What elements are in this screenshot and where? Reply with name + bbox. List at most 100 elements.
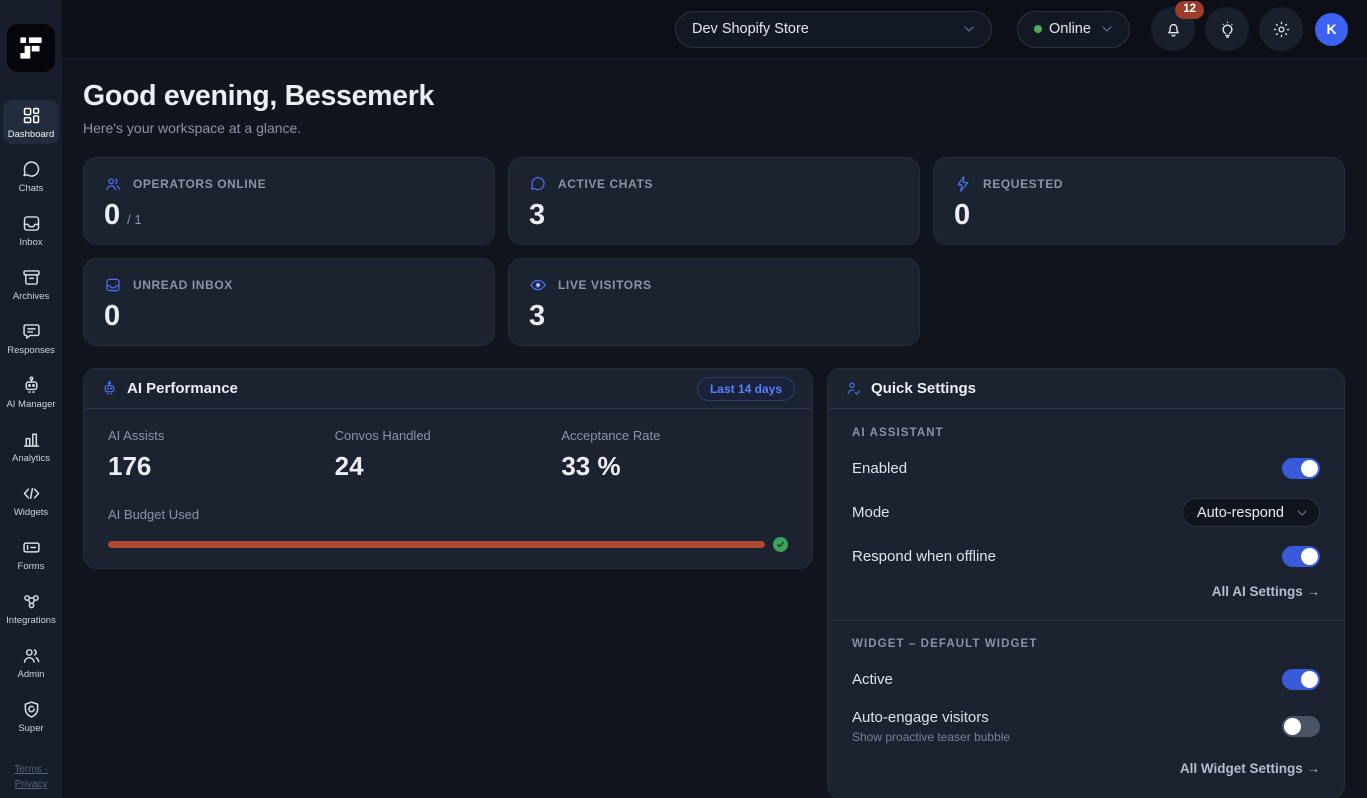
stats-grid: OPERATORS ONLINE 0 / 1 ACTIVE CHATS 3 [83, 157, 1345, 346]
analytics-icon [21, 429, 42, 450]
formilla-logo-icon [14, 31, 48, 65]
sidebar-item-dashboard[interactable]: Dashboard [3, 100, 59, 144]
ai-assistant-section-label: AI ASSISTANT [852, 427, 1320, 439]
app-logo[interactable] [7, 24, 55, 72]
stat-value: 0 [954, 199, 970, 232]
user-avatar[interactable]: K [1315, 13, 1348, 46]
sidebar-item-ai-manager[interactable]: AI Manager [3, 370, 59, 414]
gear-icon [1272, 20, 1291, 39]
all-ai-settings-link[interactable]: All AI Settings → [1212, 584, 1320, 599]
settings-button[interactable] [1259, 7, 1303, 51]
stat-label: REQUESTED [983, 177, 1063, 191]
metric-convos-handled: Convos Handled 24 [335, 428, 562, 482]
all-widget-settings-link[interactable]: All Widget Settings → [1180, 761, 1320, 776]
page-greeting: Good evening, Bessemerk [83, 80, 1345, 113]
privacy-link[interactable]: Privacy [15, 779, 48, 790]
panel-title: AI Performance [127, 380, 238, 397]
responses-icon [21, 321, 42, 342]
stat-card-live-visitors[interactable]: LIVE VISITORS 3 [508, 258, 920, 346]
stat-label: UNREAD INBOX [133, 278, 233, 292]
dashboard-app: Dashboard Chats Inbox Archives Responses… [0, 0, 1367, 798]
sidebar-item-label: Integrations [6, 615, 56, 626]
sidebar-item-integrations[interactable]: Integrations [3, 586, 59, 630]
metric-ai-assists: AI Assists 176 [108, 428, 335, 482]
sidebar-item-label: Responses [7, 345, 55, 356]
sidebar-item-label: Dashboard [8, 129, 54, 140]
store-select[interactable]: Dev Shopify Store [675, 11, 992, 48]
stat-label: OPERATORS ONLINE [133, 177, 266, 191]
widget-active-toggle[interactable] [1282, 669, 1320, 690]
topbar-icon-group: 12 [1151, 7, 1303, 51]
sidebar-item-forms[interactable]: Forms [3, 532, 59, 576]
sidebar-item-archives[interactable]: Archives [3, 262, 59, 306]
status-select[interactable]: Online [1017, 11, 1130, 48]
archives-icon [21, 267, 42, 288]
robot-icon [101, 380, 118, 397]
topbar: Dev Shopify Store Online 12 K [62, 0, 1367, 59]
inbox-icon [21, 213, 42, 234]
mode-label: Mode [852, 504, 890, 521]
chats-icon [21, 159, 42, 180]
widgets-icon [21, 483, 42, 504]
sidebar-item-chats[interactable]: Chats [3, 154, 59, 198]
ai-enabled-toggle[interactable] [1282, 458, 1320, 479]
sidebar-item-widgets[interactable]: Widgets [3, 478, 59, 522]
auto-engage-toggle[interactable] [1282, 716, 1320, 737]
bell-icon [1164, 20, 1183, 39]
store-select-value: Dev Shopify Store [692, 21, 809, 37]
enabled-label: Enabled [852, 460, 907, 477]
stat-card-unread-inbox[interactable]: UNREAD INBOX 0 [83, 258, 495, 346]
sidebar-item-super[interactable]: Super [3, 694, 59, 738]
respond-offline-label: Respond when offline [852, 548, 996, 565]
notifications-button[interactable]: 12 [1151, 7, 1195, 51]
stat-card-requested[interactable]: REQUESTED 0 [933, 157, 1345, 245]
sidebar: Dashboard Chats Inbox Archives Responses… [0, 0, 62, 798]
operators-icon [104, 175, 122, 193]
sidebar-item-inbox[interactable]: Inbox [3, 208, 59, 252]
metric-value: 33 % [561, 451, 788, 482]
respond-offline-toggle[interactable] [1282, 546, 1320, 567]
period-badge[interactable]: Last 14 days [697, 377, 795, 401]
auto-engage-label: Auto-engage visitors [852, 709, 1010, 726]
chevron-down-icon [961, 21, 977, 37]
sidebar-item-label: AI Manager [6, 399, 55, 410]
budget-label: AI Budget Used [108, 507, 788, 522]
panel-title: Quick Settings [871, 380, 976, 397]
metric-label: Acceptance Rate [561, 428, 788, 443]
stat-value: 3 [529, 199, 545, 232]
ai-performance-panel: AI Performance Last 14 days AI Assists 1… [83, 368, 813, 569]
ai-metrics: AI Assists 176 Convos Handled 24 Accepta… [108, 428, 788, 482]
super-icon [21, 699, 42, 720]
admin-icon [21, 645, 42, 666]
metric-value: 176 [108, 451, 335, 482]
sidebar-item-label: Analytics [12, 453, 50, 464]
stat-card-operators-online[interactable]: OPERATORS ONLINE 0 / 1 [83, 157, 495, 245]
main-content: Good evening, Bessemerk Here's your work… [62, 59, 1367, 798]
page-subtitle: Here's your workspace at a glance. [83, 120, 1345, 136]
dashboard-icon [21, 105, 42, 126]
stat-label: ACTIVE CHATS [558, 177, 653, 191]
stats-grid-spacer [933, 258, 1345, 346]
metric-value: 24 [335, 451, 562, 482]
stat-value: 0 [104, 199, 120, 232]
online-status-dot [1034, 25, 1042, 33]
lightning-icon [954, 175, 972, 193]
sidebar-item-responses[interactable]: Responses [3, 316, 59, 360]
terms-link[interactable]: Terms · [14, 764, 47, 775]
sidebar-item-label: Inbox [19, 237, 42, 248]
chevron-down-icon [1099, 21, 1115, 37]
sidebar-item-admin[interactable]: Admin [3, 640, 59, 684]
tips-button[interactable] [1205, 7, 1249, 51]
metric-label: AI Assists [108, 428, 335, 443]
quick-settings-panel: Quick Settings AI ASSISTANT Enabled Mode… [827, 368, 1345, 798]
stat-card-active-chats[interactable]: ACTIVE CHATS 3 [508, 157, 920, 245]
sidebar-item-analytics[interactable]: Analytics [3, 424, 59, 468]
widget-active-label: Active [852, 671, 893, 688]
sidebar-footer: Terms · Privacy [14, 764, 47, 798]
metric-label: Convos Handled [335, 428, 562, 443]
stat-value: 3 [529, 300, 545, 333]
person-check-icon [845, 380, 862, 397]
stat-suffix: / 1 [127, 212, 141, 227]
eye-icon [529, 276, 547, 294]
mode-select[interactable]: Auto-respond [1182, 498, 1320, 527]
